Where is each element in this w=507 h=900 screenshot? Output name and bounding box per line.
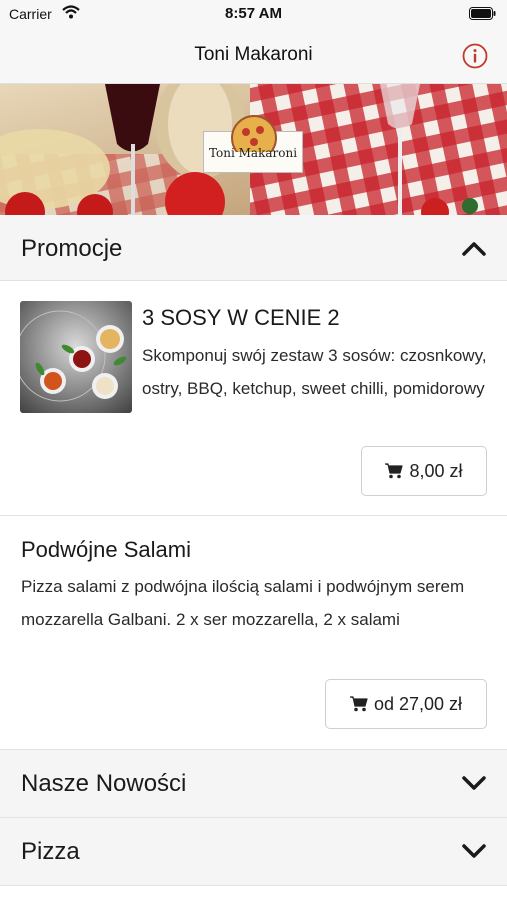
section-header-promocje[interactable]: Promocje xyxy=(0,215,507,281)
section-header-pizza[interactable]: Pizza xyxy=(0,818,507,886)
status-time: 8:57 AM xyxy=(225,5,282,22)
item-name: Podwójne Salami xyxy=(21,537,191,562)
add-to-cart-button[interactable]: 8,00 zł xyxy=(361,446,487,496)
logo-text: Toni Makaroni xyxy=(208,146,298,160)
price-label: 8,00 zł xyxy=(409,460,463,481)
chevron-down-icon xyxy=(462,776,486,790)
item-description: Pizza salami z podwójna ilością salami i… xyxy=(21,577,465,629)
status-bar: Carrier 8:57 AM xyxy=(0,0,507,28)
info-icon[interactable] xyxy=(462,43,488,69)
chevron-up-icon xyxy=(462,242,486,256)
menu-item[interactable]: 3 SOSY W CENIE 2 Skomponuj swój zestaw 3… xyxy=(0,281,507,516)
item-name: 3 SOSY W CENIE 2 xyxy=(142,305,340,330)
add-to-cart-button[interactable]: od 27,00 zł xyxy=(325,679,487,729)
cart-icon xyxy=(385,463,404,479)
menu-item[interactable]: Podwójne Salami Pizza salami z podwójna … xyxy=(0,516,507,750)
navigation-bar: Toni Makaroni xyxy=(0,28,507,84)
battery-icon xyxy=(469,7,496,20)
item-thumbnail xyxy=(20,301,132,413)
section-title: Promocje xyxy=(21,235,123,262)
page-title: Toni Makaroni xyxy=(194,44,313,65)
price-label: od 27,00 zł xyxy=(373,693,463,714)
restaurant-logo: Toni Makaroni xyxy=(203,115,303,173)
cart-icon xyxy=(349,696,368,712)
section-header-nasze-nowosci[interactable]: Nasze Nowości xyxy=(0,750,507,818)
section-title: Nasze Nowości xyxy=(21,770,187,797)
restaurant-banner: Toni Makaroni xyxy=(0,84,507,215)
item-description: Skomponuj swój zestaw 3 sosów: czosnkowy… xyxy=(142,346,487,398)
chevron-down-icon xyxy=(462,844,486,858)
section-title: Pizza xyxy=(21,838,80,865)
